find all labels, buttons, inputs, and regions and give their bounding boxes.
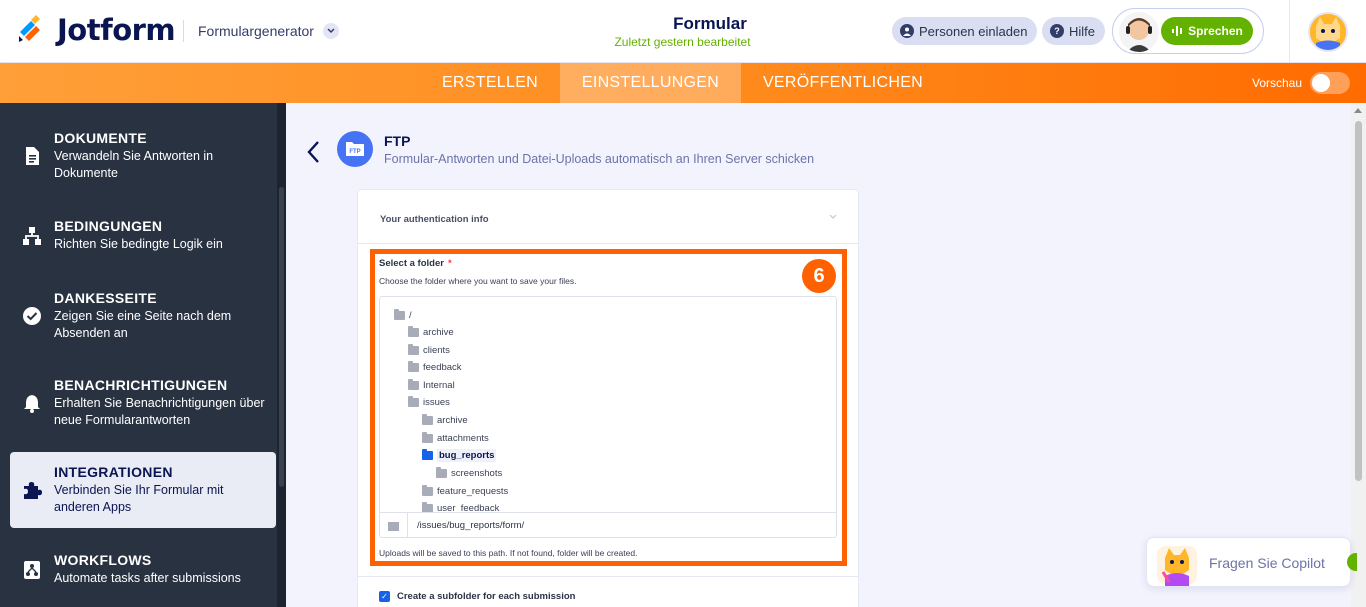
step-number-badge: 6 [802, 259, 836, 293]
copilot-button[interactable]: Fragen Sie Copilot [1146, 537, 1351, 587]
jotform-logo[interactable] [17, 14, 43, 44]
back-arrow-icon[interactable] [306, 140, 322, 164]
invite-people-button[interactable]: Personen einladen [892, 17, 1038, 45]
sidebar-item-title: DOKUMENTE [54, 130, 147, 146]
toggle-knob [1312, 74, 1330, 92]
auth-section-header[interactable]: Your authentication info [358, 190, 858, 244]
sidebar-item-desc: Verwandeln Sie Antworten in Dokumente [54, 149, 214, 180]
speak-label: Sprechen [1188, 24, 1243, 38]
sidebar-item-desc: Erhalten Sie Benachrichtigungen über neu… [54, 396, 265, 427]
sidebar-item-title: DANKESSEITE [54, 290, 157, 306]
agent-avatar [1119, 12, 1159, 52]
svg-text:FTP: FTP [349, 149, 360, 155]
sound-wave-icon [1172, 26, 1183, 36]
workflow-icon [24, 561, 40, 579]
chevron-down-icon[interactable] [828, 214, 838, 220]
check-circle-icon [23, 307, 41, 325]
sidebar-item-desc: Richten Sie bedingte Logik ein [54, 237, 223, 251]
subfolder-option-row: ✓ Create a subfolder for each submission [358, 576, 858, 607]
copilot-label: Fragen Sie Copilot [1209, 555, 1325, 571]
help-label: Hilfe [1069, 23, 1096, 39]
sidebar-item-integrations[interactable]: INTEGRATIONEN Verbinden Sie Ihr Formular… [10, 452, 276, 528]
divider [1289, 0, 1290, 62]
subfolder-label[interactable]: Create a subfolder for each submission [397, 591, 575, 602]
main-nav: ERSTELLEN EINSTELLUNGEN VERÖFFENTLICHEN … [0, 63, 1366, 103]
sidebar-item-title: BENACHRICHTIGUNGEN [54, 377, 228, 393]
sidebar-item-title: WORKFLOWS [54, 552, 152, 568]
tab-build[interactable]: ERSTELLEN [422, 63, 558, 103]
copilot-avatar [1157, 546, 1197, 586]
chevron-down-icon[interactable] [323, 23, 339, 39]
sidebar-item-desc: Verbinden Sie Ihr Formular mit anderen A… [54, 483, 224, 514]
sidebar-item-desc: Zeigen Sie eine Seite nach dem Absenden … [54, 309, 232, 340]
document-icon [26, 147, 39, 165]
sidebar-item-workflows[interactable]: WORKFLOWS Automate tasks after submissio… [10, 552, 276, 594]
auth-section-label: Your authentication info [380, 214, 489, 225]
conditions-icon [23, 227, 41, 245]
integration-description: Formular-Antworten und Datei-Uploads aut… [384, 152, 815, 166]
tab-publish[interactable]: VERÖFFENTLICHEN [743, 63, 943, 103]
help-button[interactable]: ? Hilfe [1042, 17, 1106, 45]
form-title[interactable]: Formular [560, 14, 860, 34]
sidebar-item-thank-you-page[interactable]: DANKESSEITE Zeigen Sie eine Seite nach d… [10, 290, 276, 350]
bell-icon [24, 395, 40, 413]
step-highlight-frame [370, 249, 847, 566]
brand-name[interactable]: Jotform [57, 13, 176, 47]
scroll-up-arrow[interactable] [1354, 108, 1362, 113]
settings-sidebar: DOKUMENTE Verwandeln Sie Antworten in Do… [0, 103, 286, 607]
integration-title: FTP [384, 133, 411, 149]
question-icon: ? [1050, 24, 1064, 38]
sidebar-item-desc: Automate tasks after submissions [54, 571, 241, 585]
scrollbar-thumb[interactable] [279, 187, 284, 487]
sidebar-item-title: BEDINGUNGEN [54, 218, 163, 234]
ftp-icon: FTP [337, 131, 373, 167]
sidebar-item-title: INTEGRATIONEN [54, 464, 173, 480]
sidebar-item-conditions[interactable]: BEDINGUNGEN Richten Sie bedingte Logik e… [10, 218, 276, 260]
puzzle-icon [24, 482, 42, 499]
top-bar: Jotform Formulargenerator Formular Zulet… [0, 0, 1366, 63]
tab-settings[interactable]: EINSTELLUNGEN [560, 63, 741, 103]
subfolder-checkbox[interactable]: ✓ [379, 591, 390, 602]
sidebar-item-documents[interactable]: DOKUMENTE Verwandeln Sie Antworten in Do… [10, 130, 276, 190]
speak-button[interactable]: Sprechen [1161, 17, 1253, 45]
last-edited-status: Zuletzt gestern bearbeitet [614, 35, 751, 49]
sidebar-item-notifications[interactable]: BENACHRICHTIGUNGEN Erhalten Sie Benachri… [10, 377, 276, 437]
divider [183, 20, 184, 42]
user-avatar[interactable] [1308, 12, 1348, 52]
form-generator-menu[interactable]: Formulargenerator [198, 23, 314, 39]
ai-agent-widget[interactable]: Sprechen [1112, 8, 1264, 54]
preview-label: Vorschau [1252, 76, 1303, 90]
sidebar-scrollbar[interactable] [277, 103, 286, 607]
main-scrollbar[interactable] [1351, 103, 1366, 607]
scrollbar-thumb[interactable] [1355, 121, 1362, 481]
preview-toggle[interactable] [1310, 72, 1350, 94]
invite-label: Personen einladen [919, 23, 1028, 39]
person-icon [900, 24, 914, 38]
